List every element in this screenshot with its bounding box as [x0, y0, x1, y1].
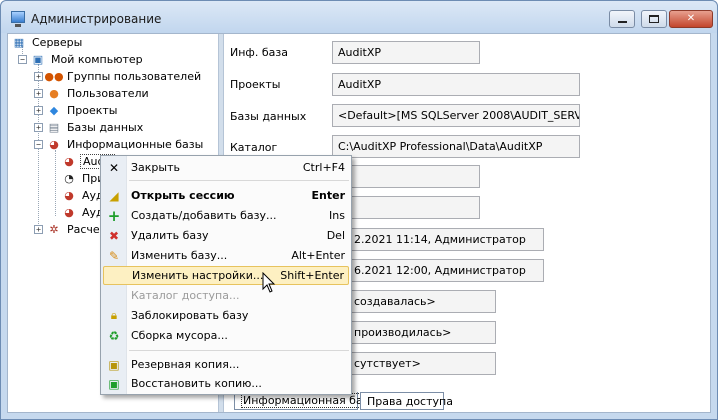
property-field[interactable]	[332, 196, 480, 219]
backup-field[interactable]: создавалась>	[348, 290, 496, 313]
close-window-button[interactable]: ✕	[669, 10, 713, 28]
menu-item-garbage-collection[interactable]: ♻ Сборка мусора...	[103, 326, 349, 345]
add-icon: +	[107, 206, 121, 225]
menu-item-edit-database[interactable]: ✎ Изменить базу... Alt+Enter	[103, 246, 349, 265]
projects-icon: ◆	[49, 104, 59, 117]
projects-label: Проекты	[230, 78, 281, 91]
expand-toggle[interactable]: +	[34, 106, 43, 115]
infobase-icon: ◕	[49, 138, 59, 151]
minimize-icon	[617, 21, 627, 23]
expand-toggle[interactable]: +	[34, 225, 43, 234]
modified-field[interactable]: 6.2021 12:00, Администратор	[348, 259, 544, 282]
tree-item-my-computer[interactable]: − ▣ Мой компьютер	[18, 51, 145, 68]
minimize-button[interactable]	[609, 10, 635, 28]
database-icon: ▤	[48, 121, 60, 134]
infobase-label: Инф. база	[230, 46, 288, 59]
mouse-cursor-icon	[262, 272, 276, 293]
menu-item-access-catalog[interactable]: Каталог доступа...	[103, 286, 349, 305]
collapse-toggle[interactable]: −	[18, 55, 27, 64]
maximize-icon	[649, 15, 659, 23]
recycle-icon: ♻	[108, 328, 120, 343]
tree-item-servers[interactable]: ▦ Серверы	[12, 34, 84, 51]
collapse-toggle[interactable]: −	[34, 140, 43, 149]
user-icon: ●	[49, 87, 59, 100]
expand-toggle[interactable]: +	[34, 72, 43, 81]
tree-item-projects[interactable]: + ◆ Проекты	[34, 102, 120, 119]
delete-icon: ✖	[108, 228, 120, 243]
menu-item-edit-settings[interactable]: Изменить настройки... Shift+Enter	[103, 266, 349, 285]
tree-connector	[55, 150, 56, 216]
tab-access-rights[interactable]: Права доступа	[360, 392, 453, 410]
tree-item-databases[interactable]: + ▤ Базы данных	[34, 119, 145, 136]
databases-field[interactable]: <Default>[MS SQLServer 2008\AUDIT_SERVER…	[332, 104, 580, 127]
close-icon: ✕	[108, 160, 120, 175]
context-menu: ✕ Закрыть Ctrl+F4 ◢ Открыть сессию Enter…	[100, 155, 352, 395]
menu-item-backup[interactable]: ▣ Резервная копия...	[103, 355, 349, 374]
tree-item-infobases[interactable]: − ◕ Информационные базы	[34, 136, 205, 153]
expand-toggle[interactable]: +	[34, 123, 43, 132]
close-icon: ✕	[686, 13, 696, 24]
cleanup-field[interactable]: производилась>	[348, 321, 496, 344]
infobase-icon: ◕	[64, 189, 74, 202]
lock-field[interactable]: сутствует>	[348, 352, 496, 375]
tree-item-users[interactable]: + ● Пользователи	[34, 85, 151, 102]
maximize-button[interactable]	[641, 10, 667, 28]
catalog-field[interactable]: C:\AuditXP Professional\Data\AuditXP	[332, 135, 580, 158]
catalog-label: Каталог	[230, 141, 278, 154]
infobase-locked-icon: ◔	[64, 172, 74, 185]
user-groups-icon: ●●	[44, 70, 64, 83]
menu-item-delete-database[interactable]: ✖ Удалить базу Del	[103, 226, 349, 245]
servers-icon: ▦	[13, 36, 25, 49]
menu-item-lock-database[interactable]: 🔒︎ Заблокировать базу	[103, 306, 349, 325]
calculations-icon: ✲	[49, 223, 59, 236]
menu-item-close[interactable]: ✕ Закрыть Ctrl+F4	[103, 158, 349, 177]
infobase-icon: ◕	[64, 206, 74, 219]
restore-icon: ▣	[108, 376, 120, 391]
backup-icon: ▣	[108, 357, 120, 372]
menu-separator	[129, 350, 349, 351]
lock-icon: 🔒︎	[110, 308, 118, 322]
infobase-icon: ◕	[64, 155, 74, 168]
menu-item-create-add-database[interactable]: + Создать/добавить базу... Ins	[103, 206, 349, 225]
window-title: Администрирование	[31, 12, 162, 26]
computer-icon: ▣	[32, 53, 44, 66]
pencil-icon: ✎	[108, 248, 120, 263]
menu-item-open-session[interactable]: ◢ Открыть сессию Enter	[103, 186, 349, 205]
created-field[interactable]: 2.2021 11:14, Администратор	[348, 228, 544, 251]
property-field[interactable]	[332, 165, 480, 188]
menu-separator	[129, 180, 349, 181]
projects-field[interactable]: AuditXP	[332, 73, 580, 96]
menu-item-restore[interactable]: ▣ Восстановить копию...	[103, 374, 349, 393]
app-monitor-icon	[11, 11, 25, 27]
open-session-icon: ◢	[109, 188, 119, 203]
infobase-field[interactable]: AuditXP	[332, 41, 480, 64]
tree-item-user-groups[interactable]: + ●● Группы пользователей	[34, 68, 203, 85]
title-bar[interactable]: Администрирование ✕	[1, 1, 717, 33]
databases-label: Базы данных	[230, 110, 307, 123]
expand-toggle[interactable]: +	[34, 89, 43, 98]
